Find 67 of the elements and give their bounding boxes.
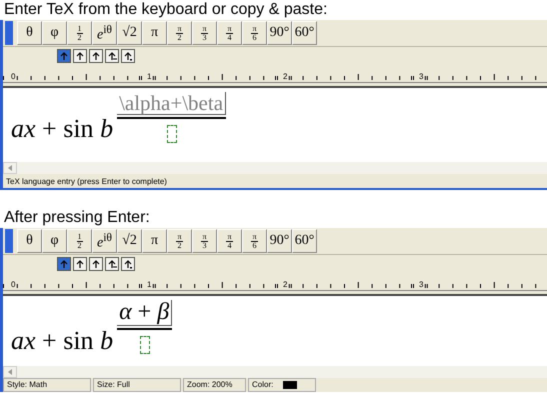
status-field: Size: Full	[93, 378, 181, 392]
fraction-button[interactable]: π 3	[192, 229, 217, 253]
ruler-label: 1	[147, 280, 152, 289]
ruler-label: 2	[283, 280, 288, 289]
arrow-icon	[91, 51, 101, 61]
status-text: TeX language entry (press Enter to complete)	[5, 176, 168, 186]
equation-text: ax + sin b	[11, 114, 114, 144]
arrow-icon	[59, 259, 69, 269]
symbol-button[interactable]: √2	[117, 21, 142, 45]
symbol-button[interactable]: θ	[17, 21, 42, 45]
ruler-label: 2	[283, 72, 288, 81]
tex-input[interactable]: \alpha+\beta	[117, 92, 226, 116]
arrow-icon	[123, 51, 133, 61]
symbol-button[interactable]: 60°	[292, 21, 317, 45]
numerator-text: α + β	[117, 300, 172, 326]
status-field: Zoom: 200%	[183, 378, 246, 392]
fraction-button[interactable]: π 4	[217, 21, 242, 45]
arrow-icon	[91, 259, 101, 269]
symbol-button[interactable]: 90°	[267, 229, 292, 253]
nudge-button[interactable]	[73, 49, 87, 63]
arrow-icon	[123, 259, 133, 269]
equation-text: ax + sin b	[11, 326, 114, 356]
ruler-label: 3	[419, 280, 424, 289]
toolbar-grip[interactable]	[5, 229, 13, 253]
arrow-icon	[107, 259, 117, 269]
fraction-button[interactable]: π 4	[217, 229, 242, 253]
symbol-button[interactable]: π	[142, 229, 167, 253]
ruler-label: 3	[419, 72, 424, 81]
symbol-button[interactable]: φ	[42, 229, 67, 253]
symbol-button[interactable]: θ	[17, 229, 42, 253]
arrow-icon	[75, 259, 85, 269]
arrow-icon	[8, 165, 12, 171]
fraction-button[interactable]: π 2	[167, 21, 192, 45]
nudge-button[interactable]	[121, 49, 135, 63]
nudge-button[interactable]	[89, 257, 103, 271]
fraction-button[interactable]: 1 2	[67, 21, 92, 45]
symbol-button[interactable]: 90°	[267, 21, 292, 45]
ruler-label: 1	[147, 72, 152, 81]
fraction-button[interactable]: π 6	[242, 21, 267, 45]
symbol-button[interactable]: π	[142, 21, 167, 45]
arrow-icon	[59, 51, 69, 61]
exponent-button[interactable]: e$^{iθ}$	[92, 229, 117, 253]
status-field: Style: Math	[3, 378, 91, 392]
fraction-button[interactable]: 1 2	[67, 229, 92, 253]
empty-slot[interactable]	[140, 336, 150, 354]
fraction-button[interactable]: π 3	[192, 21, 217, 45]
symbol-button[interactable]: φ	[42, 21, 67, 45]
symbol-button[interactable]: 60°	[292, 229, 317, 253]
arrow-icon	[75, 51, 85, 61]
ruler-label: 0	[11, 72, 16, 81]
arrow-icon	[107, 51, 117, 61]
nudge-button[interactable]	[105, 257, 119, 271]
empty-slot[interactable]	[166, 125, 177, 144]
fraction-button[interactable]: π 2	[167, 229, 192, 253]
nudge-button[interactable]	[89, 49, 103, 63]
toolbar-grip[interactable]	[5, 21, 13, 45]
nudge-button[interactable]	[105, 49, 119, 63]
nudge-button[interactable]	[121, 257, 135, 271]
exponent-button[interactable]: e$^{iθ}$	[92, 21, 117, 45]
status-field: Color:	[248, 378, 316, 392]
nudge-button[interactable]	[73, 257, 87, 271]
arrow-icon	[8, 369, 12, 375]
caption: Enter TeX from the keyboard or copy & paste:	[3, 0, 328, 20]
symbol-button[interactable]: √2	[117, 229, 142, 253]
ruler-label: 0	[11, 280, 16, 289]
fraction-button[interactable]: π 6	[242, 229, 267, 253]
caption: After pressing Enter:	[3, 208, 151, 228]
